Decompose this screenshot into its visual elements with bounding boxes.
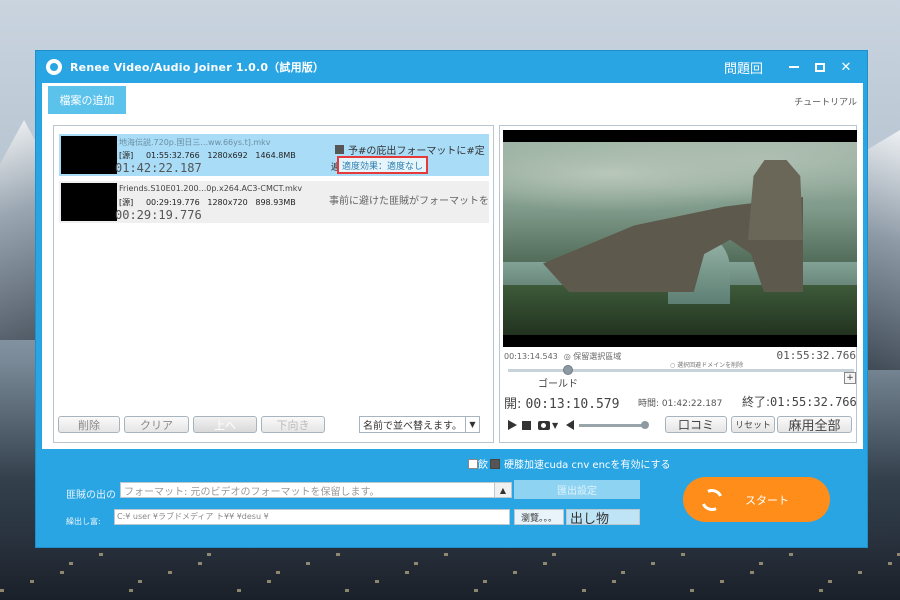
close-icon: ✕ — [840, 59, 852, 75]
player-controls: ▼ 口コミ リセット 麻用全部 — [508, 416, 854, 434]
add-marker-button[interactable]: + — [844, 372, 856, 384]
app-logo-icon — [46, 59, 62, 75]
browse-button[interactable]: 瀏覽。。。 — [514, 509, 564, 525]
file-row-1[interactable]: 地海伝説.720p.国日三...ww.66ys.t].mkv [源] 01:55… — [59, 134, 489, 176]
default-format-label: 予#の庇出フォーマットに#定 — [348, 146, 485, 157]
clip-length: 時間: 01:42:22.187 — [638, 399, 723, 409]
sort-select-label: 名前で並べ替えます。 — [363, 421, 462, 432]
file-meta: [源] 00:29:19.776 1280x720 898.93MB — [119, 198, 296, 207]
volume-handle[interactable] — [641, 420, 650, 429]
hardware-accel-label: 硬膝加速cuda cnv encを有効にする — [504, 460, 671, 471]
camera-icon[interactable] — [538, 420, 550, 430]
video-preview — [503, 130, 857, 347]
app-window: Renee Video/Audio Joiner 1.0.0（試用版） 問題回 … — [35, 50, 868, 548]
apply-all-button[interactable]: 麻用全部 — [777, 416, 852, 433]
current-time: 00:13:14.543 — [504, 351, 558, 361]
file-duration: 00:29:19.776 — [115, 208, 202, 222]
output-format-label: 匪賊の出の — [66, 490, 116, 501]
reset-button[interactable]: リセット — [731, 416, 775, 433]
file-row-2[interactable]: Friends.S10E01.200...0p.x264.AC3-CMCT.mk… — [59, 181, 489, 223]
total-time: 01:55:32.766 — [776, 349, 856, 362]
title-bar: Renee Video/Audio Joiner 1.0.0（試用版） 問題回 … — [36, 51, 867, 83]
move-down-button[interactable]: 下向き — [261, 416, 325, 433]
preview-scene-image — [503, 142, 857, 335]
chevron-down-icon[interactable]: ▼ — [552, 421, 558, 430]
hardware-accel-option[interactable]: 飲 硬膝加速cuda cnv encを有効にする — [468, 456, 671, 471]
bottom-panel: 飲 硬膝加速cuda cnv encを有効にする 匪賊の出の フォーマット: 元… — [36, 449, 867, 549]
file-meta: [源] 01:55:32.766 1280x692 1464.8MB — [119, 151, 296, 160]
output-folder-label: 繰出し富: — [66, 517, 101, 526]
refresh-icon — [697, 485, 727, 514]
minimize-button[interactable] — [781, 54, 807, 80]
main-content: 檔案の追加 チュートリアル 地海伝説.720p.国日三...ww.66ys.t]… — [42, 83, 863, 449]
clear-button[interactable]: クリア — [124, 416, 189, 433]
start-time[interactable]: 開: 00:13:10.579 — [504, 393, 619, 412]
stop-icon[interactable] — [522, 420, 531, 430]
review-button[interactable]: 口コミ — [665, 416, 727, 433]
app-title: Renee Video/Audio Joiner 1.0.0（試用版） — [70, 61, 325, 74]
play-icon[interactable] — [508, 420, 517, 430]
file-duration: 01:42:22.187 — [115, 161, 202, 175]
file-name: 地海伝説.720p.国日三...ww.66ys.t].mkv — [119, 138, 271, 147]
file-list-panel: 地海伝説.720p.国日三...ww.66ys.t].mkv [源] 01:55… — [53, 125, 494, 443]
chevron-up-icon[interactable]: ▲ — [494, 483, 511, 497]
remove-region-option[interactable]: ○ 選択回避ドメインを削除 — [670, 360, 743, 369]
chevron-down-icon: ▼ — [465, 417, 479, 432]
help-button[interactable]: 問題回 — [724, 58, 763, 77]
output-format-select[interactable]: フォーマット: 元のビデオのフォーマットを保留します。 — [120, 482, 512, 498]
file-name: Friends.S10E01.200...0p.x264.AC3-CMCT.mk… — [119, 184, 303, 193]
video-thumbnail — [61, 183, 117, 221]
add-file-button[interactable]: 檔案の追加 — [48, 86, 126, 114]
start-label: スタート — [745, 493, 789, 507]
minimize-icon — [789, 66, 799, 68]
transition-effect-box[interactable]: 適度効果：適度なし — [337, 156, 429, 174]
timeline-track[interactable] — [508, 369, 854, 372]
checkbox-icon[interactable] — [490, 458, 500, 469]
sort-select[interactable]: 名前で並べ替えます。 ▼ — [359, 416, 480, 433]
volume-icon[interactable] — [566, 420, 575, 430]
clip-times: 開: 00:13:10.579 時間: 01:42:22.187 終了:01:5… — [504, 393, 857, 412]
timeline-handle[interactable] — [563, 365, 573, 375]
close-button[interactable]: ✕ — [833, 54, 859, 80]
open-folder-button[interactable]: 出し物 — [566, 509, 640, 525]
checkbox-icon — [335, 145, 344, 154]
tutorial-link[interactable]: チュートリアル — [794, 95, 857, 108]
format-note: 事前に避けた匪賊がフォーマットを出すことにしました — [329, 196, 489, 207]
move-up-button[interactable]: 上へ — [193, 416, 257, 433]
maximize-icon — [815, 62, 825, 72]
checkbox-icon[interactable] — [468, 458, 478, 469]
start-button[interactable]: スタート — [683, 477, 830, 522]
gold-label: ゴールド — [538, 379, 578, 390]
volume-slider[interactable] — [579, 420, 650, 429]
end-time[interactable]: 終了:01:55:32.766 — [742, 393, 857, 410]
output-settings-button[interactable]: 匯出設定 — [514, 480, 640, 499]
output-folder-field[interactable]: C:¥ user ¥ラブドメディア ト¥¥ ¥desu ¥ — [114, 509, 510, 525]
keep-region-option[interactable]: ◎ 保留選択區域 — [564, 351, 622, 362]
default-format-checkbox[interactable]: 予#の庇出フォーマットに#定 — [335, 142, 485, 157]
delete-button[interactable]: 削除 — [58, 416, 120, 433]
maximize-button[interactable] — [807, 54, 833, 80]
preview-panel: 00:13:14.543 ◎ 保留選択區域 01:55:32.766 ○ 選択回… — [499, 125, 857, 443]
video-thumbnail — [61, 136, 117, 174]
